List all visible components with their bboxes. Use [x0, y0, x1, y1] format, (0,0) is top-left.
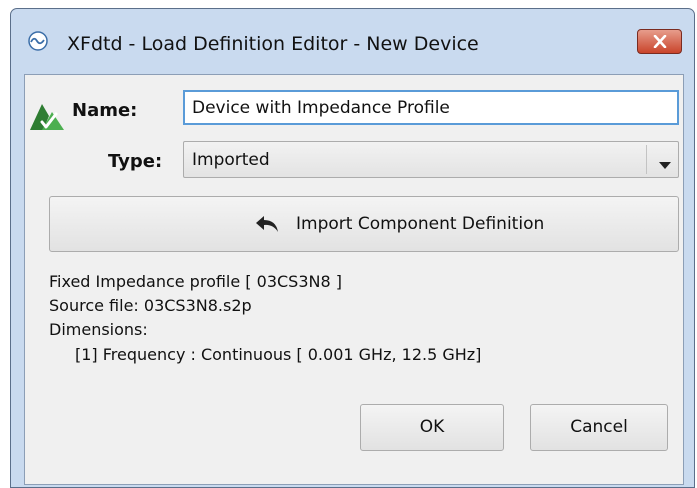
name-input[interactable]: Device with Impedance Profile	[183, 90, 679, 125]
import-button-label: Import Component Definition	[296, 214, 545, 234]
type-select-divider	[646, 145, 647, 174]
info-line-dimensions: Dimensions:	[49, 320, 148, 339]
xfdtd-app-icon	[28, 31, 48, 51]
ok-button[interactable]: OK	[360, 404, 504, 451]
window-title: XFdtd - Load Definition Editor - New Dev…	[67, 33, 479, 55]
info-line-profile: Fixed Impedance profile [ 03CS3N8 ]	[49, 272, 342, 291]
name-label: Name:	[72, 100, 138, 121]
info-line-frequency: [1] Frequency : Continuous [ 0.001 GHz, …	[75, 345, 482, 364]
close-button[interactable]	[637, 29, 682, 54]
title-bar[interactable]: XFdtd - Load Definition Editor - New Dev…	[11, 9, 694, 75]
type-select[interactable]: Imported	[183, 141, 679, 178]
chevron-down-icon[interactable]	[659, 155, 671, 174]
info-line-source-file: Source file: 03CS3N8.s2p	[49, 296, 252, 315]
cancel-button[interactable]: Cancel	[530, 404, 668, 451]
import-component-definition-button[interactable]: Import Component Definition	[49, 196, 679, 252]
undo-arrow-icon	[255, 215, 279, 237]
close-icon	[653, 35, 667, 48]
type-label: Type:	[108, 151, 163, 172]
remcom-logo-icon	[28, 100, 66, 136]
type-select-value: Imported	[192, 150, 270, 170]
